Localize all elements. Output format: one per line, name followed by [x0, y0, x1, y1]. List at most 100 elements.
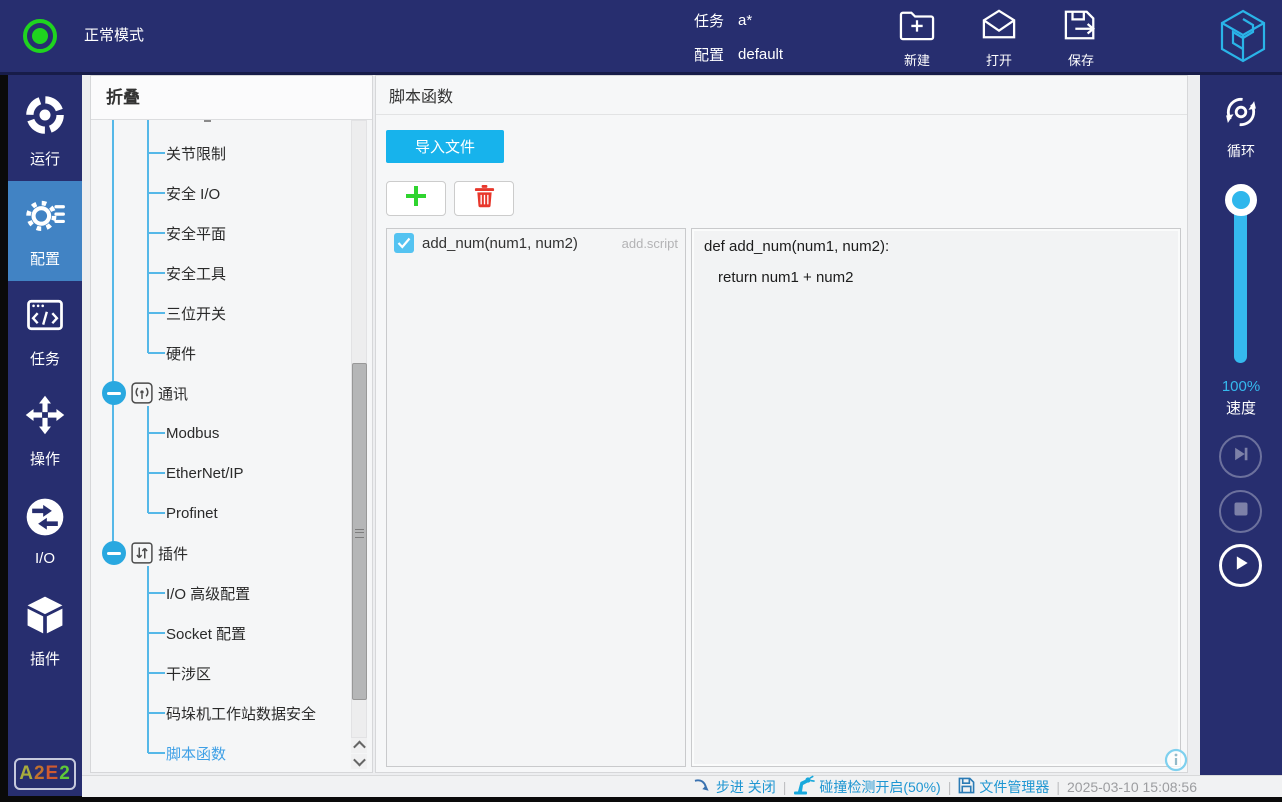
delete-script-button[interactable]: [454, 181, 514, 216]
script-function-panel: 脚本函数 导入文件: [375, 75, 1188, 773]
tree-scrollbar-track[interactable]: [351, 120, 367, 738]
script-list-item[interactable]: add_num(num1, num2) add.script: [387, 229, 685, 257]
script-list: add_num(num1, num2) add.script: [386, 228, 686, 767]
tree-item-joint-limit[interactable]: 关节限制: [91, 133, 372, 173]
loop-icon: [1220, 91, 1262, 138]
sidebar-item-io[interactable]: I/O: [8, 481, 82, 581]
tree-item-safety-io[interactable]: 安全 I/O: [91, 173, 372, 213]
tree-item-io-advanced-config[interactable]: I/O 高级配置: [91, 573, 372, 613]
tree-item-profinet[interactable]: Profinet: [91, 493, 372, 533]
speed-slider-track[interactable]: [1234, 197, 1247, 363]
config-value: default: [738, 46, 783, 63]
tree-item-interference-zone[interactable]: 干涉区: [91, 653, 372, 693]
info-icon[interactable]: [1164, 748, 1188, 777]
speed-percent: 100%: [1200, 378, 1282, 395]
badge-char: 2: [34, 763, 46, 785]
add-script-button[interactable]: [386, 181, 446, 216]
page-title: 脚本函数: [376, 76, 1187, 115]
tree-item-plugin[interactable]: 插件: [91, 533, 372, 573]
script-toolbar: [386, 181, 1187, 216]
play-button[interactable]: [1219, 544, 1262, 587]
save-button[interactable]: 保存: [1050, 8, 1112, 69]
new-button[interactable]: 新建: [886, 8, 948, 69]
new-file-icon: [898, 8, 936, 47]
config-tree-panel: 折叠 关节限制 安全 I/O 安全平面 安全工具 三位开关 硬件: [90, 75, 373, 773]
skip-icon: [1231, 444, 1251, 469]
collision-detection-status[interactable]: 碰撞检测开启(50%): [793, 775, 940, 798]
collapse-toggle-icon[interactable]: [102, 541, 126, 565]
status-bar: 步进 关闭 | 碰撞检测开启(50%) |: [82, 775, 1282, 797]
robot-status-indicator-icon: [23, 19, 57, 53]
play-icon: [1231, 553, 1251, 578]
status-separator: |: [783, 779, 787, 795]
sidebar-item-run[interactable]: 运行: [8, 81, 82, 181]
open-button[interactable]: 打开: [968, 8, 1030, 69]
app-screen: 正常模式 任务 a* 配置 default 新建: [0, 0, 1282, 802]
system-timestamp: 2025-03-10 15:08:56: [1067, 779, 1197, 795]
robot-model-badge[interactable]: A 2 E 2: [14, 758, 76, 790]
move-icon: [23, 393, 67, 442]
chevron-down-icon: [353, 754, 366, 767]
script-name: add_num(num1, num2): [422, 235, 578, 252]
sidebar-operate-label: 操作: [30, 448, 60, 469]
code-line: def add_num(num1, num2):: [704, 238, 1168, 255]
step-mode-status[interactable]: 步进 关闭: [693, 777, 776, 797]
badge-char: A: [19, 763, 34, 785]
step-arrow-icon: [693, 777, 712, 797]
sidebar-task-label: 任务: [30, 348, 60, 369]
right-sidebar: 循环 100% 速度: [1200, 75, 1282, 775]
speed-label: 速度: [1200, 397, 1282, 418]
config-tree: 关节限制 安全 I/O 安全平面 安全工具 三位开关 硬件 通讯 Modbus: [91, 120, 372, 773]
io-icon: [23, 495, 67, 544]
tree-item-safety-tool[interactable]: 安全工具: [91, 253, 372, 293]
sidebar-item-plugin[interactable]: 插件: [8, 581, 82, 681]
scroll-up-button[interactable]: [351, 738, 367, 753]
tree-item-ethernet-ip[interactable]: EtherNet/IP: [91, 453, 372, 493]
tree-item-safety-plane[interactable]: 安全平面: [91, 213, 372, 253]
check-icon: [397, 237, 411, 249]
import-file-button[interactable]: 导入文件: [386, 130, 504, 163]
tree-item-script-function[interactable]: 脚本函数: [91, 733, 372, 773]
sidebar-item-config[interactable]: 配置: [8, 181, 82, 281]
new-button-label: 新建: [904, 50, 930, 69]
file-manager-button[interactable]: 文件管理器: [958, 777, 1049, 797]
clipped-tree-item: [204, 120, 211, 122]
tree-scrollbar-thumb[interactable]: [352, 363, 367, 700]
collapse-toggle-icon[interactable]: [102, 381, 126, 405]
task-value: a*: [738, 12, 752, 29]
tree-item-three-position-switch[interactable]: 三位开关: [91, 293, 372, 333]
stop-button[interactable]: [1219, 490, 1262, 533]
tree-item-palletizer-data-safety[interactable]: 码垛机工作站数据安全: [91, 693, 372, 733]
plugin-box-icon: [131, 542, 153, 564]
script-checkbox[interactable]: [394, 233, 414, 253]
mode-label: 正常模式: [84, 0, 144, 72]
sidebar-item-task[interactable]: 任务: [8, 281, 82, 381]
gear-icon: [23, 193, 67, 242]
collapse-tree-button[interactable]: 折叠: [91, 76, 372, 120]
left-sidebar: 运行 配置 任务: [8, 75, 82, 796]
script-code-preview: def add_num(num1, num2): return num1 + n…: [691, 228, 1181, 767]
status-separator: |: [1056, 779, 1060, 795]
sidebar-run-label: 运行: [30, 148, 60, 169]
speed-slider-knob[interactable]: [1225, 184, 1257, 216]
tree-item-modbus[interactable]: Modbus: [91, 413, 372, 453]
tree-item-socket-config[interactable]: Socket 配置: [91, 613, 372, 653]
sidebar-item-operate[interactable]: 操作: [8, 381, 82, 481]
brand-logo-icon: [1220, 9, 1266, 68]
floppy-icon: [958, 777, 975, 797]
scroll-down-button[interactable]: [351, 754, 367, 769]
antenna-icon: [131, 382, 153, 404]
loop-button[interactable]: 循环: [1200, 91, 1282, 161]
step-forward-button[interactable]: [1219, 435, 1262, 478]
tree-item-communication[interactable]: 通讯: [91, 373, 372, 413]
tree-item-hardware[interactable]: 硬件: [91, 333, 372, 373]
status-separator: |: [948, 779, 952, 795]
script-body: add_num(num1, num2) add.script def add_n…: [386, 228, 1181, 767]
open-button-label: 打开: [986, 50, 1012, 69]
script-file-name: add.script: [622, 236, 678, 251]
trash-icon: [474, 184, 495, 213]
badge-char: 2: [59, 763, 71, 785]
code-line: return num1 + num2: [704, 269, 1168, 286]
sidebar-io-label: I/O: [35, 550, 55, 567]
task-label: 任务: [694, 10, 724, 31]
